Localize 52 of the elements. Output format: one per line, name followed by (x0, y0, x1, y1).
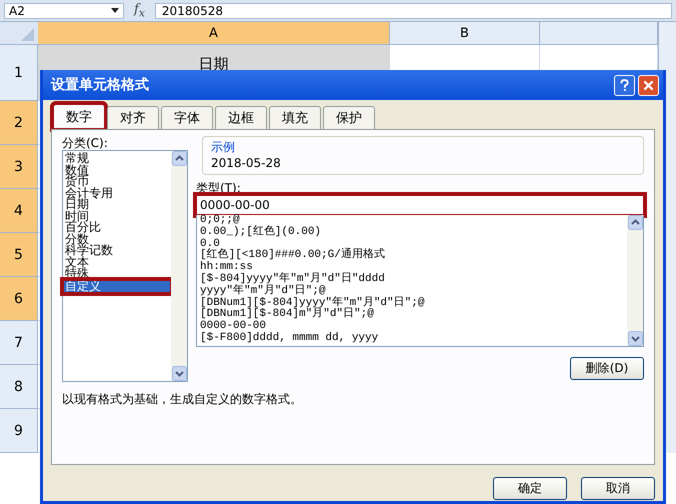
scroll-up-icon[interactable] (172, 151, 186, 166)
format-item[interactable]: [$-F800]dddd, mmmm dd, yyyy (200, 332, 624, 345)
category-item[interactable]: 科学记数 (63, 245, 171, 256)
row-header[interactable]: 9 (0, 409, 38, 453)
row-header[interactable]: 3 (0, 145, 38, 189)
tab[interactable]: 填充 (269, 106, 321, 129)
row-header[interactable]: 4 (0, 189, 38, 233)
tab[interactable]: 数字 (53, 104, 105, 129)
name-box[interactable]: A2 (4, 2, 124, 18)
scroll-down-icon[interactable] (628, 331, 642, 346)
type-field[interactable]: 0000-00-00 (196, 195, 644, 215)
column-header[interactable]: B (390, 22, 540, 45)
description-text: 以现有格式为基础，生成自定义的数字格式。 (62, 392, 303, 406)
tab[interactable]: 边框 (215, 106, 267, 129)
row-header[interactable]: 1 (0, 45, 38, 101)
column-header[interactable]: A (38, 22, 390, 45)
category-item[interactable]: 百分比 (63, 222, 171, 234)
sample-value: 2018-05-28 (211, 156, 282, 170)
row-header[interactable]: 6 (0, 277, 38, 321)
category-item[interactable]: 分数 (63, 234, 171, 245)
tab[interactable]: 保护 (323, 106, 375, 129)
row-header[interactable]: 8 (0, 365, 38, 409)
sample-label: 示例 (211, 139, 236, 156)
tab[interactable]: 对齐 (107, 106, 159, 129)
help-icon[interactable] (614, 74, 635, 96)
category-label: 分类(C): (62, 136, 109, 150)
format-item[interactable]: 0.00_);[红色](0.00) (200, 226, 624, 239)
row-header[interactable]: 2 (0, 101, 38, 145)
function-label[interactable]: f$_{x}$ (128, 2, 151, 20)
format-item[interactable]: [红色][<180]###0.00;G/通用格式 (200, 250, 624, 262)
format-item[interactable]: [DBNum1][$-804]m"月"d"日";@ (200, 309, 624, 322)
category-item[interactable]: 时间 (63, 210, 171, 222)
formula-field[interactable]: 20180528 (154, 2, 672, 18)
tab[interactable]: 字体 (161, 106, 213, 129)
category-item[interactable]: 数值 (63, 164, 171, 176)
category-item[interactable]: 自定义 (63, 280, 171, 292)
format-list[interactable] (196, 215, 644, 347)
row-header[interactable]: 5 (0, 233, 38, 277)
delete-button[interactable]: 删除(D) (570, 357, 644, 380)
category-item[interactable]: 常规 (63, 153, 171, 164)
category-item[interactable]: 文本 (63, 256, 171, 268)
close-icon[interactable] (638, 74, 659, 96)
row-header[interactable]: 7 (0, 321, 38, 365)
category-item[interactable]: 日期 (63, 199, 171, 210)
format-item[interactable]: 0000-00-00 (200, 321, 624, 333)
dialog-title: 设置单元格格式 (51, 76, 150, 94)
ok-button[interactable]: 确定 (493, 477, 567, 500)
scroll-down-icon[interactable] (172, 366, 186, 381)
cancel-button[interactable]: 取消 (581, 477, 655, 500)
dropdown-arrow-icon[interactable] (111, 8, 119, 13)
category-item[interactable]: 货币 (63, 176, 171, 188)
category-item[interactable]: 会计专用 (63, 188, 171, 199)
